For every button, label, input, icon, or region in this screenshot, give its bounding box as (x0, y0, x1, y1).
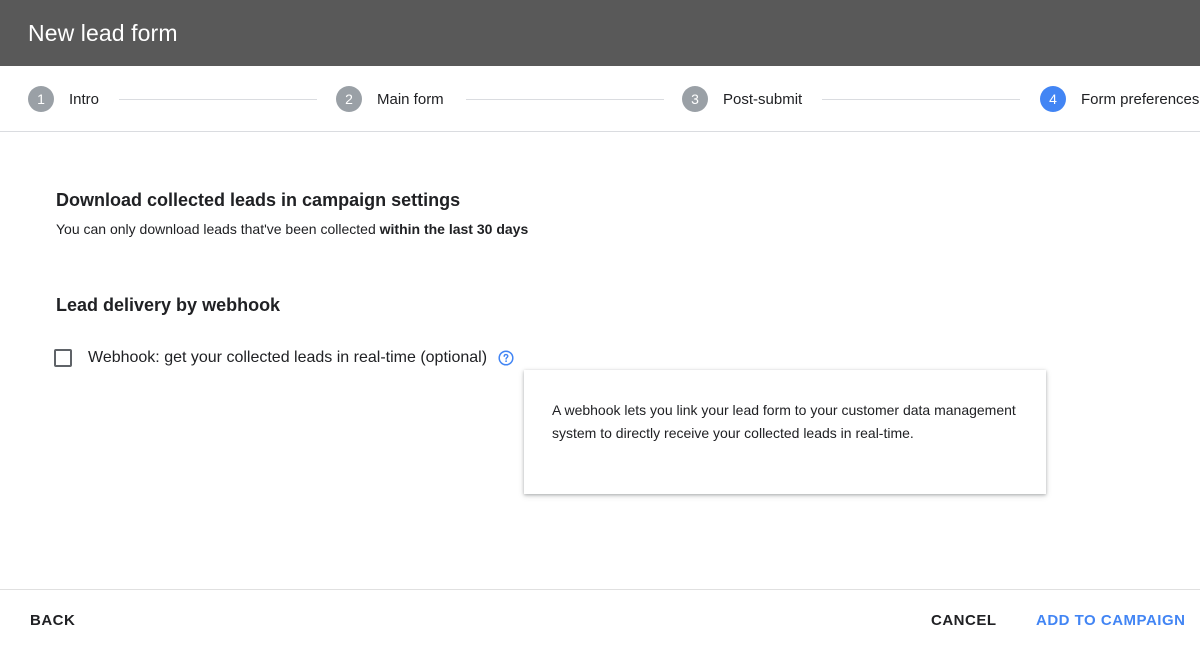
webhook-option: Webhook: get your collected leads in rea… (54, 346, 514, 370)
download-text-bold: within the last 30 days (379, 221, 529, 237)
add-to-campaign-button[interactable]: ADD TO CAMPAIGN (1036, 590, 1185, 650)
step-form-preferences[interactable]: 4 Form preferences (1040, 66, 1199, 132)
webhook-checkbox-label[interactable]: Webhook: get your collected leads in rea… (88, 349, 487, 367)
step-intro[interactable]: 1 Intro (28, 66, 99, 132)
download-section-title: Download collected leads in campaign set… (56, 190, 461, 210)
webhook-section-title: Lead delivery by webhook (56, 295, 281, 315)
step-post-submit[interactable]: 3 Post-submit (682, 66, 802, 132)
step-label: Intro (69, 90, 100, 108)
dialog-title: New lead form (28, 19, 178, 46)
webhook-checkbox[interactable] (54, 349, 72, 367)
back-button[interactable]: BACK (30, 590, 75, 650)
tooltip-text: A webhook lets you link your lead form t… (552, 402, 1016, 441)
download-section-text: You can only download leads that've been… (56, 221, 528, 237)
step-label: Form preferences (1081, 90, 1200, 108)
step-connector (822, 99, 1020, 100)
dialog-footer: BACK CANCEL ADD TO CAMPAIGN (0, 589, 1200, 649)
help-circle-icon[interactable] (498, 350, 514, 366)
step-main-form[interactable]: 2 Main form (336, 66, 444, 132)
webhook-tooltip: A webhook lets you link your lead form t… (524, 370, 1046, 494)
cancel-button[interactable]: CANCEL (931, 590, 997, 650)
download-text-prefix: You can only download leads that've been… (56, 221, 380, 237)
step-label: Post-submit (723, 90, 803, 108)
step-number: 1 (28, 86, 54, 112)
step-connector (119, 99, 317, 100)
step-number: 3 (682, 86, 708, 112)
step-number: 2 (336, 86, 362, 112)
step-number: 4 (1040, 86, 1066, 112)
dialog-header: New lead form (0, 0, 1200, 66)
step-label: Main form (377, 90, 444, 108)
step-connector (466, 99, 664, 100)
